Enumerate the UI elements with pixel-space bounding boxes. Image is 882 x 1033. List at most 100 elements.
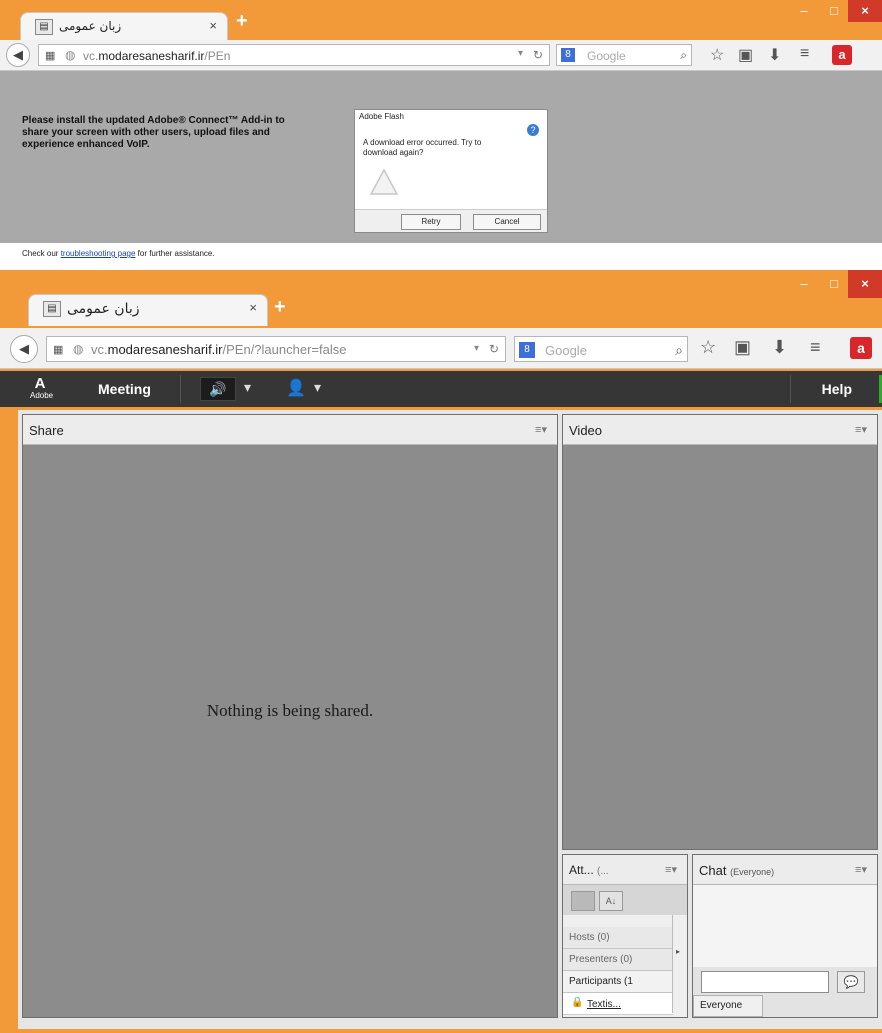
menu-icon[interactable]: ≡ xyxy=(800,45,809,63)
attendees-pod-title: Att... (... xyxy=(569,863,609,877)
download-icon[interactable]: ⬇ xyxy=(768,45,781,65)
meeting-menu[interactable]: Meeting xyxy=(98,381,151,397)
send-message-icon[interactable]: 💬 xyxy=(837,971,865,993)
video-pod-header: Video ≡▾ xyxy=(563,415,877,445)
search-icon[interactable]: ⌕ xyxy=(680,48,687,63)
pod-options-icon[interactable]: ≡▾ xyxy=(665,863,677,876)
search-bar[interactable]: 8 Google ⌕ xyxy=(514,336,688,362)
close-window-button[interactable]: × xyxy=(848,0,882,22)
clipboard-icon[interactable]: ▣ xyxy=(738,45,753,65)
minimize-button[interactable]: – xyxy=(790,270,818,298)
camera-voice-icon[interactable]: 👤 xyxy=(286,378,306,398)
maximize-button[interactable]: □ xyxy=(820,270,848,298)
grid-icon[interactable]: ▦ xyxy=(53,343,63,356)
chat-input[interactable] xyxy=(701,971,829,993)
chat-messages xyxy=(693,885,877,967)
maximize-button[interactable]: □ xyxy=(820,0,848,22)
globe-icon: ◍ xyxy=(73,342,84,356)
help-menu[interactable]: Help xyxy=(822,381,852,397)
hosts-section[interactable]: Hosts (0) xyxy=(563,927,673,949)
url-bar[interactable]: ▦ ◍ vc.modaresanesharif.ir/PEn/?launcher… xyxy=(46,336,506,362)
browser-window-1: ▤ زبان عمومی × + – □ × ◀ ▦ ◍ vc.modaresa… xyxy=(0,0,882,266)
meeting-stage: Share ≡▾ Nothing is being shared. Video … xyxy=(18,410,882,1029)
avira-icon[interactable]: a xyxy=(832,45,852,65)
url-dropdown-icon[interactable]: ▾ xyxy=(474,343,479,354)
bookmark-star-icon[interactable]: ☆ xyxy=(700,337,716,358)
video-pod-title: Video xyxy=(569,423,603,438)
attendee-view-toolbar: A↓ xyxy=(563,885,687,915)
menu-divider xyxy=(790,375,791,403)
attendees-pod: Att... (... ≡▾ A↓ Hosts (0) Presenters (… xyxy=(562,854,688,1018)
user-icon: 🔒 xyxy=(571,997,584,1008)
grid-icon[interactable]: ▦ xyxy=(45,49,55,62)
connect-menu-bar: A Adobe Meeting 🔊 ▾ 👤 ▾ Help xyxy=(0,371,882,407)
google-icon[interactable]: 8 xyxy=(561,48,575,62)
chat-pod-header: Chat (Everyone) ≡▾ xyxy=(693,855,877,885)
minimize-button[interactable]: – xyxy=(790,0,818,22)
flash-error-dialog: Adobe Flash ? A download error occurred.… xyxy=(354,109,548,233)
share-pod-header: Share ≡▾ xyxy=(23,415,557,445)
page-icon: ▤ xyxy=(43,301,61,317)
attendee-scrollbar[interactable]: ▸ xyxy=(672,915,687,1013)
url-bar[interactable]: ▦ ◍ vc.modaresanesharif.ir/PEn ▾ ↻ xyxy=(38,44,550,66)
menu-icon[interactable]: ≡ xyxy=(810,337,821,358)
list-view-icon[interactable] xyxy=(571,891,595,911)
browser-tab[interactable]: ▤ زبان عمومی × xyxy=(28,294,268,326)
google-icon[interactable]: 8 xyxy=(519,342,535,358)
title-bar: ▤ زبان عمومی × + – □ × xyxy=(0,0,882,40)
pod-options-icon[interactable]: ≡▾ xyxy=(855,863,867,876)
attendee-row[interactable]: 🔒 Textis... xyxy=(563,993,673,1015)
troubleshooting-link[interactable]: troubleshooting page xyxy=(61,249,136,258)
globe-icon: ◍ xyxy=(65,48,76,62)
attendee-name: Textis... xyxy=(587,999,621,1010)
retry-button[interactable]: Retry xyxy=(401,214,461,230)
close-tab-icon[interactable]: × xyxy=(209,18,217,33)
page-content: Please install the updated Adobe® Connec… xyxy=(0,71,882,266)
user-dropdown-icon[interactable]: ▾ xyxy=(314,379,321,396)
back-arrow-icon[interactable]: ◀ xyxy=(6,43,30,67)
bookmark-star-icon[interactable]: ☆ xyxy=(710,45,724,65)
help-icon[interactable]: ? xyxy=(527,124,539,136)
participants-section[interactable]: Participants (1 xyxy=(563,971,673,993)
speaker-icon[interactable]: 🔊 xyxy=(200,377,236,401)
dialog-title: Adobe Flash xyxy=(359,112,404,121)
title-bar: ▤ زبان عمومی × + – □ × xyxy=(0,270,882,332)
navigation-bar: ◀ ▦ ◍ vc.modaresanesharif.ir/PEn ▾ ↻ 8 G… xyxy=(0,40,882,71)
share-empty-message: Nothing is being shared. xyxy=(206,701,374,720)
clipboard-icon[interactable]: ▣ xyxy=(734,337,751,358)
new-tab-button[interactable]: + xyxy=(274,296,286,319)
pod-options-icon[interactable]: ≡▾ xyxy=(535,423,547,436)
search-input[interactable]: Google xyxy=(587,49,626,63)
chat-target-tab[interactable]: Everyone xyxy=(693,995,763,1017)
speaker-dropdown-icon[interactable]: ▾ xyxy=(244,379,251,396)
search-bar[interactable]: 8 Google ⌕ xyxy=(556,44,692,66)
scroll-arrow-icon[interactable]: ▸ xyxy=(676,947,680,956)
new-tab-button[interactable]: + xyxy=(236,10,248,33)
search-icon[interactable]: ⌕ xyxy=(675,342,683,359)
reload-icon[interactable]: ↻ xyxy=(533,48,543,62)
browser-tab[interactable]: ▤ زبان عمومی × xyxy=(20,12,228,40)
search-input[interactable]: Google xyxy=(545,343,587,358)
reload-icon[interactable]: ↻ xyxy=(489,342,499,356)
url-dropdown-icon[interactable]: ▾ xyxy=(518,48,523,59)
close-tab-icon[interactable]: × xyxy=(249,300,257,315)
close-window-button[interactable]: × xyxy=(848,270,882,298)
warning-icon xyxy=(369,168,399,195)
url-text[interactable]: vc.modaresanesharif.ir/PEn xyxy=(83,49,230,63)
chat-pod: Chat (Everyone) ≡▾ 💬 Everyone xyxy=(692,854,878,1018)
sort-az-icon[interactable]: A↓ xyxy=(599,891,623,911)
presenters-section[interactable]: Presenters (0) xyxy=(563,949,673,971)
tab-title: زبان عمومی xyxy=(67,301,140,317)
pod-options-icon[interactable]: ≡▾ xyxy=(855,423,867,436)
url-text[interactable]: vc.modaresanesharif.ir/PEn/?launcher=fal… xyxy=(91,342,346,357)
download-icon[interactable]: ⬇ xyxy=(772,337,787,358)
attendees-pod-header: Att... (... ≡▾ xyxy=(563,855,687,885)
install-message: Please install the updated Adobe® Connec… xyxy=(22,115,285,150)
adobe-logo: A Adobe xyxy=(30,375,54,400)
avira-icon[interactable]: a xyxy=(850,337,872,359)
back-arrow-icon[interactable]: ◀ xyxy=(10,335,38,363)
chat-pod-title: Chat (Everyone) xyxy=(699,863,775,878)
assistance-text: Check our troubleshooting page for furth… xyxy=(22,249,215,258)
menu-divider xyxy=(180,375,181,403)
cancel-button[interactable]: Cancel xyxy=(473,214,541,230)
